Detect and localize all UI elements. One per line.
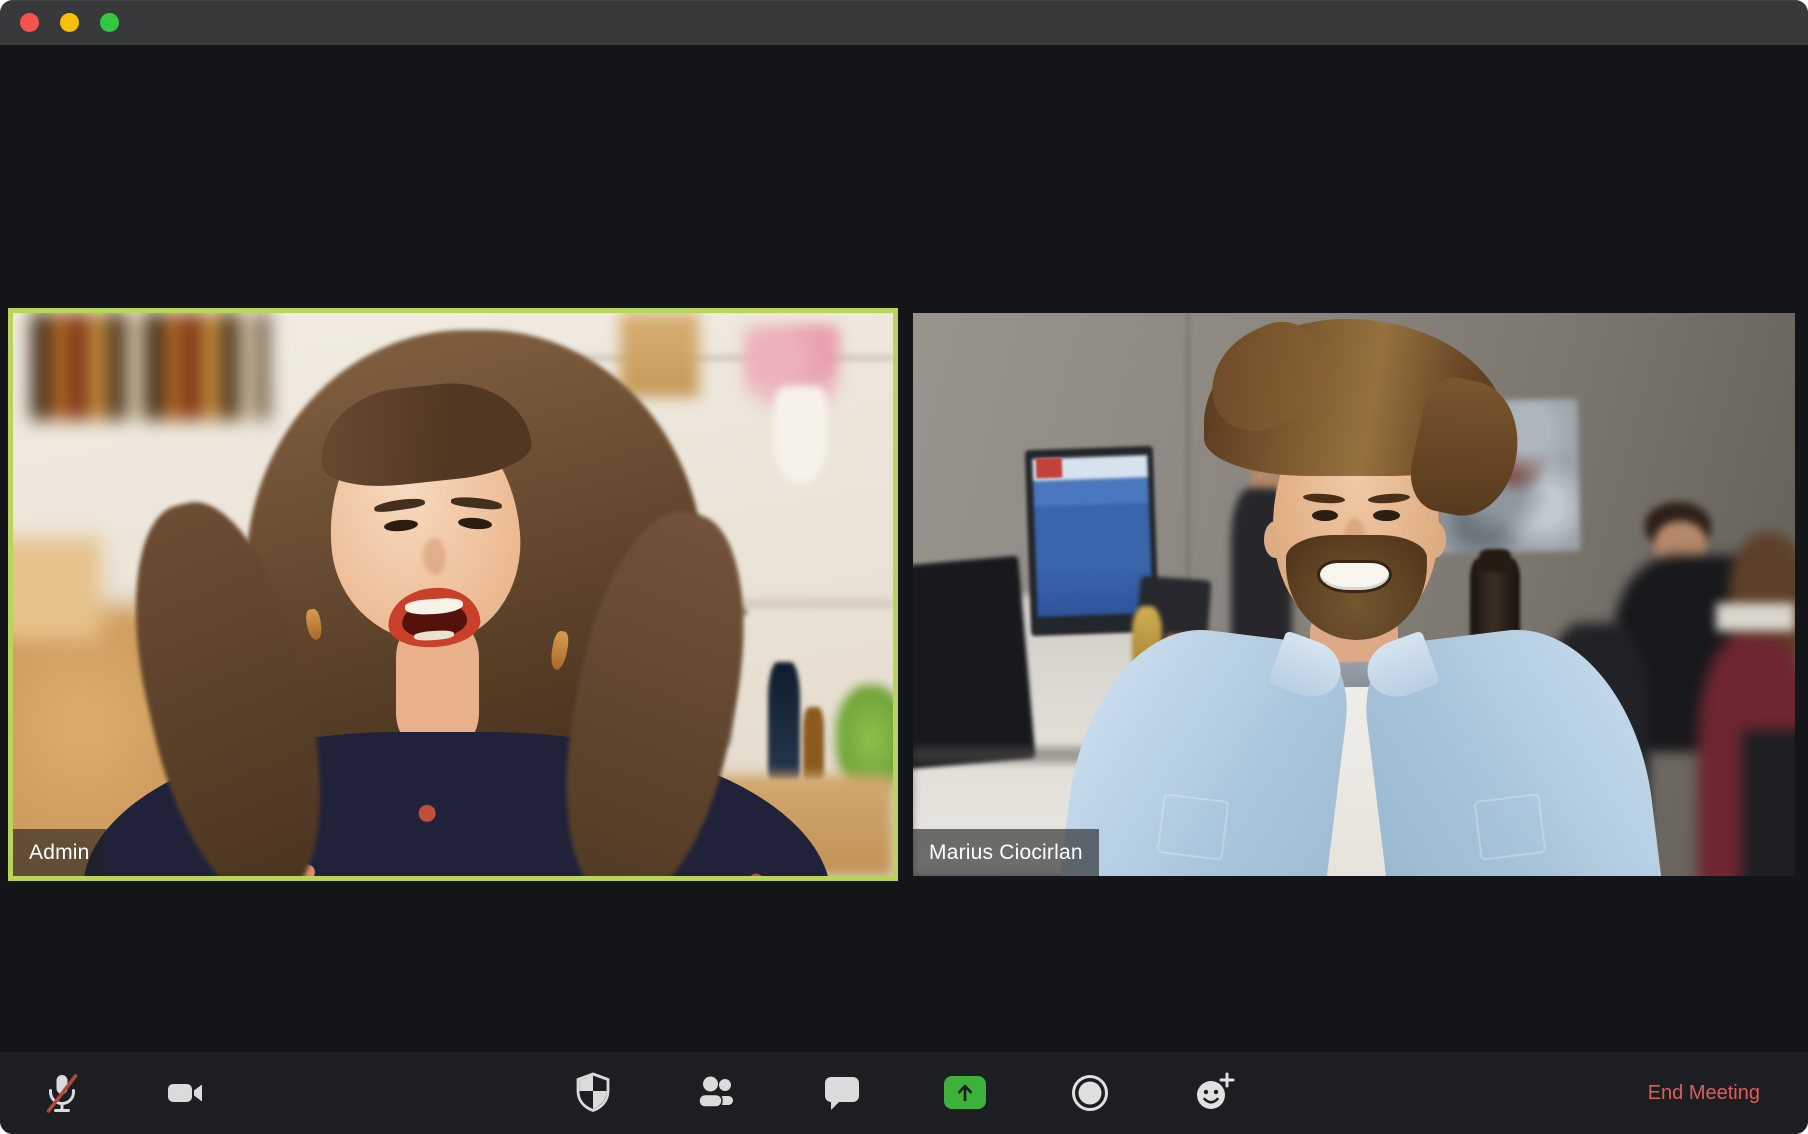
wall-seam — [1186, 313, 1190, 623]
participants-button[interactable] — [693, 1069, 741, 1117]
video-camera-icon — [161, 1069, 209, 1117]
window-titlebar[interactable] — [0, 0, 1808, 45]
man-shirt-pocket-right — [1474, 793, 1547, 861]
wood-chair-blur — [8, 538, 101, 639]
far-desk-blur — [1716, 603, 1795, 631]
office-chair2-blur — [1742, 730, 1795, 876]
participant-name-badge: Marius Ciocirlan — [913, 829, 1099, 876]
security-button[interactable] — [569, 1069, 617, 1117]
bookshelf-blur — [31, 313, 269, 420]
close-window-button[interactable] — [20, 13, 39, 32]
chat-button[interactable] — [818, 1069, 866, 1117]
share-screen-arrow-icon — [953, 1081, 977, 1105]
stop-video-button[interactable] — [161, 1069, 209, 1117]
microphone-muted-icon — [38, 1069, 86, 1117]
man-smile — [1320, 563, 1389, 590]
monitor-blue-screen-blur — [1032, 455, 1152, 617]
mute-button[interactable] — [38, 1069, 86, 1117]
video-tile-admin[interactable]: Admin — [8, 308, 898, 881]
monitor-dark-blur — [913, 555, 1036, 768]
participant-name: Admin — [29, 841, 90, 865]
bottle-dark-blur — [768, 662, 800, 780]
thermos-cap-blur — [1479, 549, 1511, 572]
meeting-app-window: Admin — [0, 0, 1808, 1134]
bottle-amber-blur — [803, 707, 824, 780]
fullscreen-window-button[interactable] — [100, 13, 119, 32]
monitor-red-tag-blur — [1036, 458, 1063, 479]
minimize-window-button[interactable] — [60, 13, 79, 32]
record-button[interactable] — [1066, 1069, 1114, 1117]
chat-bubble-icon — [818, 1069, 866, 1117]
participant-name-badge: Admin — [13, 829, 106, 876]
man-shirt-pocket-left — [1157, 793, 1230, 861]
smiley-plus-icon — [1189, 1069, 1237, 1117]
participants-icon — [693, 1069, 741, 1117]
video-tile-marius[interactable]: Marius Ciocirlan — [913, 313, 1795, 876]
security-shield-icon — [569, 1069, 617, 1117]
participant-name: Marius Ciocirlan — [929, 841, 1083, 865]
share-screen-button[interactable] — [944, 1076, 986, 1109]
vase-blur — [774, 386, 827, 482]
reactions-button[interactable] — [1189, 1069, 1237, 1117]
end-meeting-button[interactable]: End Meeting — [1642, 1052, 1766, 1134]
wood-object-blur — [620, 313, 699, 397]
record-circle-icon — [1066, 1069, 1114, 1117]
meeting-toolbar: End Meeting — [0, 1052, 1808, 1134]
video-grid: Admin — [0, 45, 1808, 1052]
